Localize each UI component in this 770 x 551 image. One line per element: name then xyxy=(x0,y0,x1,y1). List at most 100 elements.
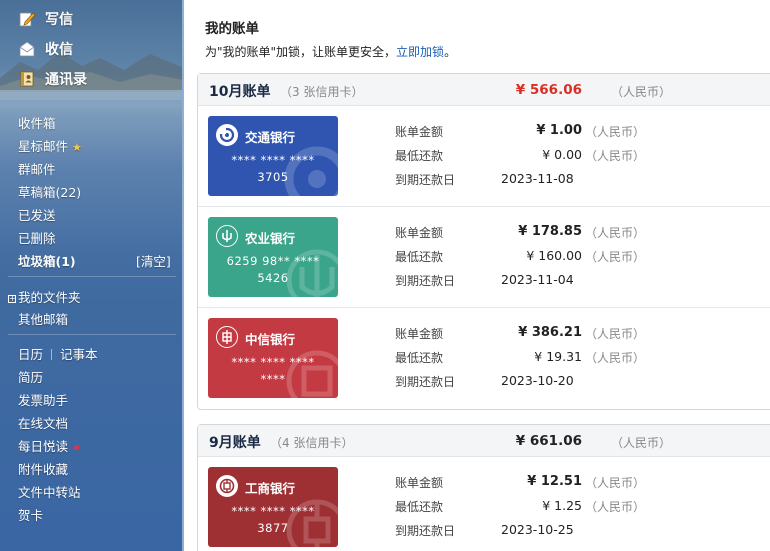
expand-icon: + xyxy=(8,294,16,303)
card-citic[interactable]: 中信银行 **** **** **** **** xyxy=(208,318,338,398)
currency-label: （人民币） xyxy=(585,500,646,514)
address-book-icon xyxy=(18,70,36,88)
min-payment: ¥ 19.31 xyxy=(534,349,582,364)
bill-amount: ¥ 386.21 xyxy=(518,325,582,340)
bank-watermark-icon xyxy=(286,499,338,547)
file-transfer-link[interactable]: 文件中转站 xyxy=(18,482,81,501)
due-date: 2023-11-04 xyxy=(501,272,574,287)
bank-watermark-icon xyxy=(286,249,338,297)
bill-amount-label: 账单金额 xyxy=(395,327,444,341)
bank-watermark-icon xyxy=(284,146,338,196)
abc-logo-icon xyxy=(216,225,238,247)
month-title: 10月账单 xyxy=(209,84,271,100)
bill-amount: ¥ 178.85 xyxy=(518,224,582,239)
due-date-label: 到期还款日 xyxy=(395,274,456,288)
bill-row[interactable]: 中信银行 **** **** **** **** 账单金额 ¥ 386.21 （… xyxy=(198,308,770,409)
month-total: ¥ 661.06 xyxy=(515,433,582,449)
due-date: 2023-11-08 xyxy=(501,171,574,186)
card-icbc[interactable]: 工商银行 **** **** **** 3877 xyxy=(208,467,338,547)
greeting-cards-link[interactable]: 贺卡 xyxy=(18,505,43,524)
folder-starred[interactable]: 星标邮件 ★ xyxy=(18,136,82,155)
pencil-icon xyxy=(18,10,36,28)
due-date: 2023-10-25 xyxy=(501,522,574,537)
currency-label: （人民币） xyxy=(585,476,646,490)
folder-deleted[interactable]: 已删除 xyxy=(18,228,56,247)
envelope-icon xyxy=(18,40,36,58)
bill-amount-label: 账单金额 xyxy=(395,226,444,240)
calendar-link[interactable]: 日历 xyxy=(18,347,43,362)
folder-group[interactable]: 群邮件 xyxy=(18,159,56,178)
my-folders-toggle[interactable]: + 我的文件夹 xyxy=(8,287,81,306)
calendar-notebook-row: 日历 记事本 xyxy=(18,344,98,363)
min-payment: ¥ 160.00 xyxy=(526,248,582,263)
page-title: 我的账单 xyxy=(205,21,259,37)
lock-prompt-end: 。 xyxy=(444,45,457,59)
bill-row[interactable]: 工商银行 **** **** **** 3877 账单金额 ¥ 12.51 （人… xyxy=(198,457,770,551)
min-payment-label: 最低还款 xyxy=(395,250,444,264)
separator xyxy=(51,349,53,360)
attachments-link[interactable]: 附件收藏 xyxy=(18,459,68,478)
bill-row[interactable]: 农业银行 6259 98** **** 5426 账单金额 ¥ 178.85 （… xyxy=(198,207,770,308)
currency-label: （人民币） xyxy=(585,125,646,139)
clear-trash-button[interactable]: [清空] xyxy=(136,251,171,270)
other-mailboxes-link[interactable]: 其他邮箱 xyxy=(18,309,68,328)
month-bill-october: 10月账单 （3 张信用卡） ¥ 566.06 （人民币） 交通银行 **** … xyxy=(197,73,770,410)
new-indicator-dot xyxy=(74,445,80,450)
bocom-logo-icon xyxy=(216,124,238,146)
min-payment-label: 最低还款 xyxy=(395,500,444,514)
invoice-assistant-link[interactable]: 发票助手 xyxy=(18,390,68,409)
min-payment-label: 最低还款 xyxy=(395,149,444,163)
citic-logo-icon xyxy=(216,326,238,348)
currency-label: （人民币） xyxy=(611,85,672,99)
contacts-link[interactable]: 通讯录 xyxy=(18,69,87,89)
due-date: 2023-10-20 xyxy=(501,373,574,388)
folder-starred-label: 星标邮件 xyxy=(18,139,69,154)
due-date-label: 到期还款日 xyxy=(395,173,456,187)
notebook-link[interactable]: 记事本 xyxy=(60,347,98,362)
folder-drafts[interactable]: 草稿箱(22) xyxy=(18,182,81,201)
folder-inbox[interactable]: 收件箱 xyxy=(18,113,56,132)
currency-label: （人民币） xyxy=(585,149,646,163)
lock-prompt-text: 为"我的账单"加锁，让账单更安全， xyxy=(205,45,397,59)
month-total: ¥ 566.06 xyxy=(515,82,582,98)
month-title: 9月账单 xyxy=(209,435,261,451)
currency-label: （人民币） xyxy=(585,226,646,240)
bill-amount: ¥ 12.51 xyxy=(527,474,582,489)
bill-amount: ¥ 1.00 xyxy=(536,123,582,138)
min-payment: ¥ 1.25 xyxy=(542,498,582,513)
bill-amount-label: 账单金额 xyxy=(395,125,444,139)
contacts-label: 通讯录 xyxy=(45,72,87,88)
sidebar-divider xyxy=(8,276,176,277)
folder-trash[interactable]: 垃圾箱(1) xyxy=(18,251,76,270)
bill-row[interactable]: 交通银行 **** **** **** 3705 账单金额 ¥ 1.00 （人民… xyxy=(198,106,770,207)
folder-sent[interactable]: 已发送 xyxy=(18,205,56,224)
card-bocom[interactable]: 交通银行 **** **** **** 3705 xyxy=(208,116,338,196)
my-folders-label: 我的文件夹 xyxy=(18,290,81,305)
card-count: （3 张信用卡） xyxy=(280,85,364,99)
online-docs-link[interactable]: 在线文档 xyxy=(18,413,68,432)
write-mail-link[interactable]: 写信 xyxy=(18,9,73,29)
daily-reading-link[interactable]: 每日悦读 xyxy=(18,436,80,455)
currency-label: （人民币） xyxy=(585,250,646,264)
month-header: 10月账单 （3 张信用卡） ¥ 566.06 （人民币） xyxy=(198,74,770,106)
icbc-logo-icon xyxy=(216,475,238,497)
bank-watermark-icon xyxy=(286,350,338,398)
lock-now-link[interactable]: 立即加锁 xyxy=(396,45,444,59)
daily-reading-label: 每日悦读 xyxy=(18,439,69,454)
currency-label: （人民币） xyxy=(611,436,672,450)
due-date-label: 到期还款日 xyxy=(395,375,456,389)
min-payment-label: 最低还款 xyxy=(395,351,444,365)
sidebar-edge xyxy=(182,0,184,551)
resume-link[interactable]: 简历 xyxy=(18,367,43,386)
lock-prompt: 为"我的账单"加锁，让账单更安全，立即加锁。 xyxy=(205,43,456,60)
star-icon: ★ xyxy=(72,141,82,154)
card-abc[interactable]: 农业银行 6259 98** **** 5426 xyxy=(208,217,338,297)
main-content: 我的账单 为"我的账单"加锁，让账单更安全，立即加锁。 10月账单 （3 张信用… xyxy=(185,0,770,551)
due-date-label: 到期还款日 xyxy=(395,524,456,538)
sidebar: 写信 收信 通讯录 收件箱 星标邮件 ★ 群邮件 草稿箱(22) 已发送 已删除 … xyxy=(0,0,184,551)
currency-label: （人民币） xyxy=(585,327,646,341)
month-bill-september: 9月账单 （4 张信用卡） ¥ 661.06 （人民币） 工商银行 **** *… xyxy=(197,424,770,551)
currency-label: （人民币） xyxy=(585,351,646,365)
receive-mail-link[interactable]: 收信 xyxy=(18,39,73,59)
receive-mail-label: 收信 xyxy=(45,42,73,58)
